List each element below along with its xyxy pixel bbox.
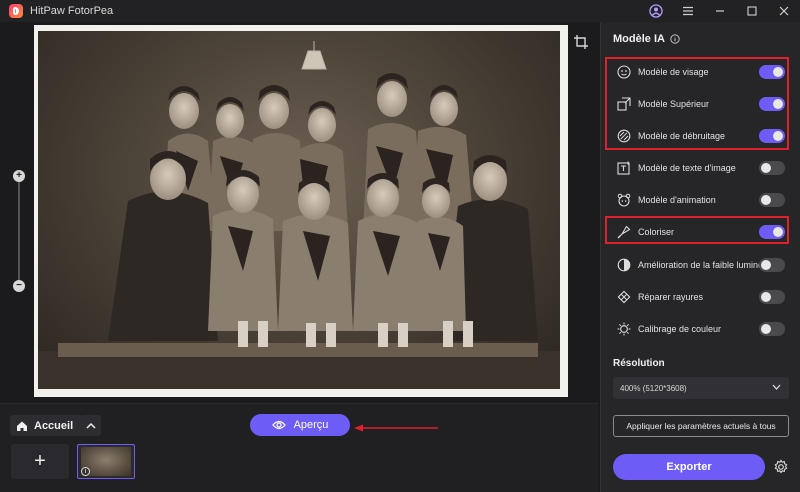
text-image-model-toggle[interactable]: [759, 161, 785, 175]
preview-label: Aperçu: [293, 419, 329, 431]
animation-icon: [617, 193, 631, 207]
menu-button[interactable]: [672, 0, 704, 22]
feature-label: Modèle de débruitage: [638, 131, 726, 141]
annotation-arrow: [354, 424, 438, 432]
denoise-icon: [617, 129, 631, 143]
feature-label: Modèle Supérieur: [638, 99, 710, 109]
info-circle-icon[interactable]: [670, 34, 680, 44]
feature-low-light: Amélioration de la faible luminosité: [617, 255, 787, 275]
feature-color-calibration: Calibrage de couleur: [617, 319, 787, 339]
low-light-toggle[interactable]: [759, 258, 785, 272]
resolution-title: Résolution: [613, 358, 665, 369]
color-calibration-toggle[interactable]: [759, 322, 785, 336]
upscale-model-toggle[interactable]: [759, 97, 785, 111]
ai-model-panel: Modèle IA Modèle de visage Modèle Supéri…: [600, 22, 800, 492]
add-icon: +: [34, 450, 46, 472]
maximize-button[interactable]: [736, 0, 768, 22]
colorize-toggle[interactable]: [759, 225, 785, 239]
feature-label: Modèle d'animation: [638, 195, 716, 205]
minimize-button[interactable]: [704, 0, 736, 22]
feature-label: Calibrage de couleur: [638, 324, 722, 334]
resolution-select[interactable]: 400% (5120*3608): [613, 377, 789, 399]
preview-button[interactable]: Aperçu: [250, 414, 350, 436]
feature-label: Modèle de visage: [638, 67, 709, 77]
plus-icon: +: [16, 170, 22, 181]
face-icon: [617, 65, 631, 79]
panel-title-text: Modèle IA: [613, 33, 665, 45]
zoom-in-button[interactable]: +: [13, 170, 25, 182]
home-button[interactable]: Accueil: [10, 415, 83, 436]
apply-all-button[interactable]: Appliquer les paramètres actuels à tous: [613, 415, 789, 437]
chevron-up-icon: [85, 422, 96, 429]
crop-button[interactable]: [573, 34, 589, 50]
chevron-down-icon: [772, 384, 781, 390]
feature-text-image-model: Modèle de texte d'image: [617, 158, 787, 178]
feature-label: Coloriser: [638, 227, 675, 237]
animation-model-toggle[interactable]: [759, 193, 785, 207]
minimize-icon: [716, 10, 724, 12]
feature-label: Amélioration de la faible luminosité: [638, 260, 768, 270]
crop-icon: [574, 35, 588, 49]
zoom-slider[interactable]: + −: [13, 170, 25, 292]
group-photo-image: [38, 41, 560, 389]
close-icon: [779, 6, 789, 16]
home-label: Accueil: [34, 419, 74, 432]
app-title: HitPaw FotorPea: [30, 5, 114, 17]
settings-button[interactable]: [773, 459, 789, 475]
feature-label: Modèle de texte d'image: [638, 163, 736, 173]
app-logo-icon: [9, 4, 23, 18]
feature-scratch-repair: Réparer rayures: [617, 287, 787, 307]
user-icon: [649, 4, 663, 18]
upscale-icon: [617, 97, 631, 111]
zoom-out-button[interactable]: −: [13, 280, 25, 292]
feature-face-model: Modèle de visage: [617, 62, 787, 82]
photo-preview[interactable]: [38, 31, 560, 389]
home-icon: [17, 421, 27, 431]
photo-frame: [34, 25, 568, 397]
title-bar: HitPaw FotorPea: [0, 0, 800, 22]
feature-label: Réparer rayures: [638, 292, 704, 302]
bottom-bar: Accueil Aperçu + i: [0, 403, 598, 492]
resolution-value: 400% (5120*3608): [620, 383, 687, 393]
eye-icon: [271, 420, 286, 430]
export-button[interactable]: Exporter: [613, 454, 765, 480]
panel-title: Modèle IA: [613, 33, 680, 45]
colorize-icon: [617, 225, 631, 239]
scratch-repair-icon: [617, 290, 631, 304]
face-model-toggle[interactable]: [759, 65, 785, 79]
text-image-icon: [617, 161, 630, 175]
denoise-model-toggle[interactable]: [759, 129, 785, 143]
zoom-track[interactable]: [18, 180, 20, 280]
maximize-icon: [747, 6, 757, 16]
expand-button[interactable]: [80, 415, 101, 436]
account-button[interactable]: [640, 0, 672, 22]
color-calibration-icon: [617, 322, 631, 336]
add-image-button[interactable]: +: [11, 444, 69, 479]
info-icon[interactable]: i: [81, 467, 90, 476]
scratch-repair-toggle[interactable]: [759, 290, 785, 304]
minus-icon: −: [16, 280, 22, 291]
close-button[interactable]: [768, 0, 800, 22]
image-thumbnail[interactable]: i: [77, 444, 135, 479]
low-light-icon: [617, 258, 631, 272]
feature-denoise-model: Modèle de débruitage: [617, 126, 787, 146]
canvas-area: + −: [0, 22, 598, 403]
hamburger-icon: [683, 6, 693, 16]
feature-colorize: Coloriser: [617, 222, 787, 242]
gear-icon: [774, 459, 788, 474]
window-controls: [640, 0, 800, 22]
feature-upscale-model: Modèle Supérieur: [617, 94, 787, 114]
feature-animation-model: Modèle d'animation: [617, 190, 787, 210]
